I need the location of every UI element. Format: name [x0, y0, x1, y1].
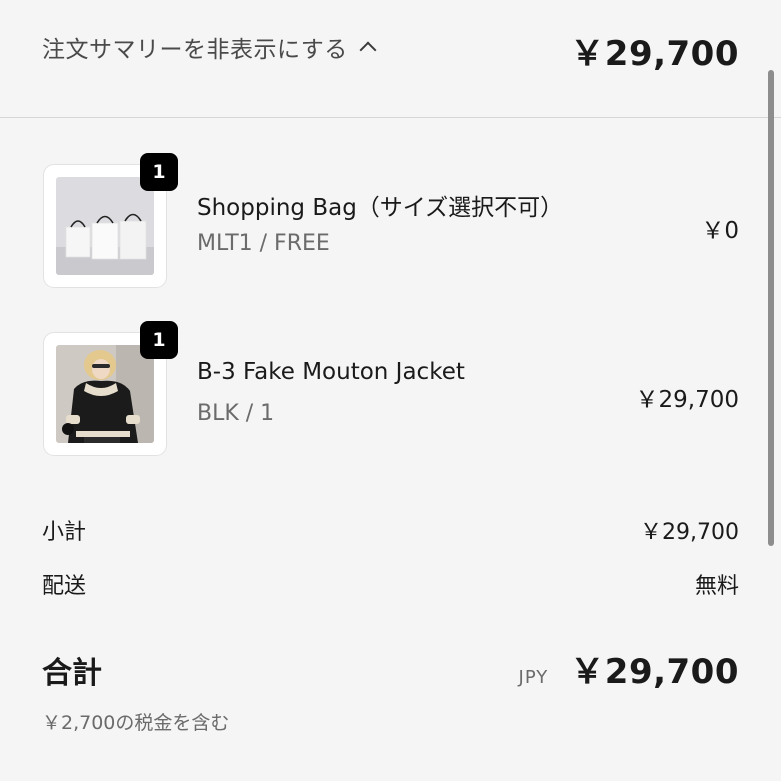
header-total-price: ￥29,700 — [570, 34, 739, 74]
quantity-badge: 1 — [140, 321, 178, 359]
shipping-label: 配送 — [42, 574, 87, 599]
total-label: 合計 — [42, 656, 102, 691]
item-variant: MLT1 / FREE — [197, 231, 330, 256]
total-amount: JPY ￥29,700 — [519, 644, 739, 693]
order-summary-panel: 注文サマリーを非表示にする ￥29,700 1 Shopping Bag（サイズ… — [0, 0, 781, 781]
total-value: ￥29,700 — [570, 652, 739, 692]
product-thumbnail: 1 — [44, 153, 178, 287]
subtotal-value: ￥29,700 — [640, 520, 739, 545]
product-thumbnail: 1 — [44, 321, 178, 455]
chevron-up-icon[interactable] — [359, 41, 377, 59]
hide-order-summary-toggle[interactable]: 注文サマリーを非表示にする — [42, 30, 377, 64]
subtotal-label: 小計 — [42, 520, 87, 545]
jacket-model-photo — [56, 345, 154, 443]
item-name: Shopping Bag（サイズ選択不可） — [197, 195, 564, 221]
line-item: 1 B-3 Fake Mouton Jacket BLK / 1 ￥29,700 — [0, 321, 781, 457]
order-summary-header[interactable]: 注文サマリーを非表示にする ￥29,700 — [0, 0, 781, 118]
quantity-badge: 1 — [140, 153, 178, 191]
tax-note: ￥2,700の税金を含む — [42, 712, 230, 734]
currency-code: JPY — [518, 667, 549, 688]
scrollbar[interactable] — [768, 70, 774, 546]
total-row: 合計 JPY ￥29,700 — [42, 644, 739, 693]
shipping-row: 配送 無料 — [42, 568, 739, 600]
item-price: ￥29,700 — [635, 387, 739, 413]
shipping-value: 無料 — [694, 574, 739, 599]
item-price: ￥0 — [701, 218, 739, 244]
item-variant: BLK / 1 — [197, 401, 275, 426]
subtotal-row: 小計 ￥29,700 — [42, 514, 739, 546]
hide-order-summary-label[interactable]: 注文サマリーを非表示にする — [42, 30, 348, 64]
item-name: B-3 Fake Mouton Jacket — [197, 359, 465, 385]
line-item: 1 Shopping Bag（サイズ選択不可） MLT1 / FREE ￥0 — [0, 153, 781, 289]
shopping-bags-photo — [56, 177, 154, 275]
